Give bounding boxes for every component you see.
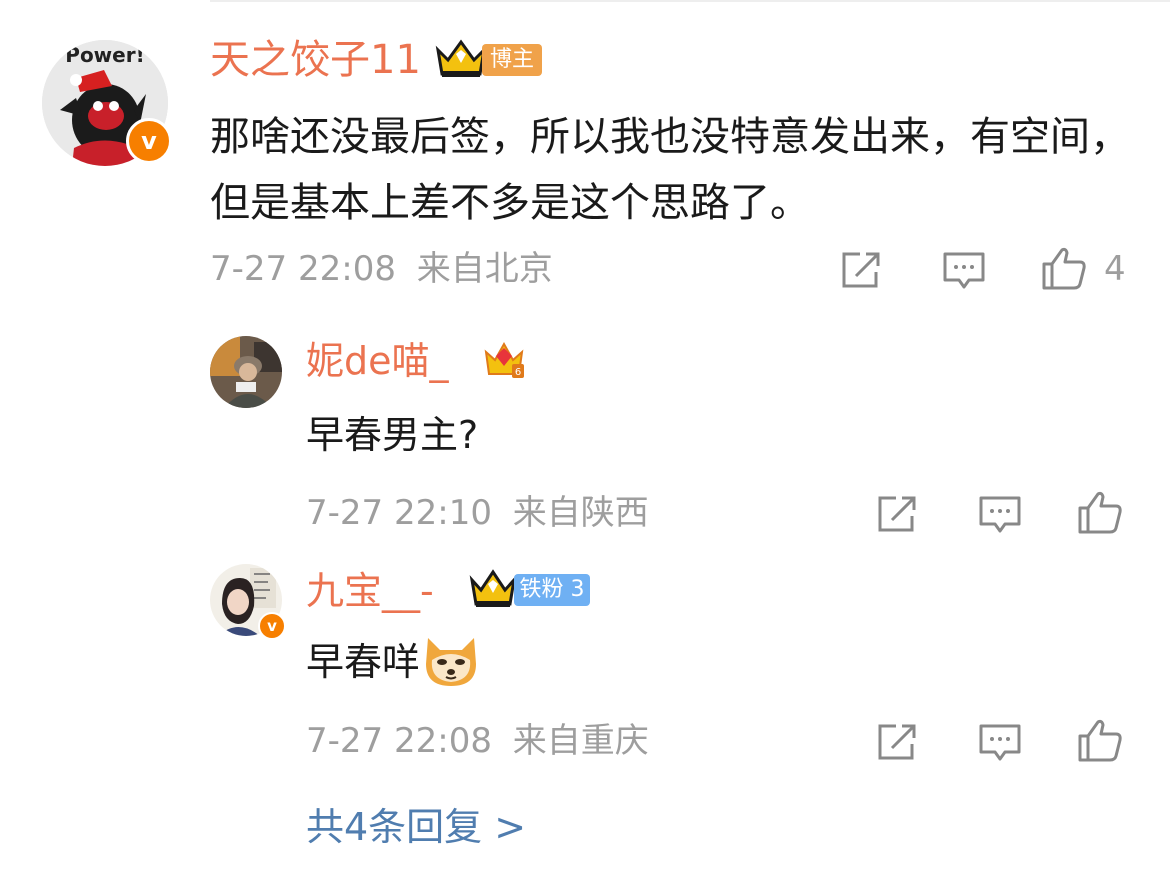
like-count: 4 (1104, 249, 1126, 289)
share-icon[interactable] (876, 722, 920, 762)
reply-meta: 7-27 22:10 来自陕西 (306, 496, 649, 530)
fan-badge: 铁粉 3 (514, 574, 590, 606)
reply-location: 来自重庆 (512, 721, 649, 761)
top-divider (210, 0, 1170, 2)
more-replies-link[interactable]: 共4条回复 > (306, 808, 526, 846)
crown-icon (469, 569, 517, 607)
reply-meta: 7-27 22:08 来自重庆 (306, 724, 649, 758)
comment-text: 那啥还没最后签，所以我也没特意发出来，有空间，但是基本上差不多是这个思路了。 (210, 114, 1130, 226)
share-icon[interactable] (840, 250, 884, 290)
like-icon[interactable] (1040, 246, 1088, 290)
avatar[interactable] (210, 336, 282, 408)
comment-icon[interactable] (942, 250, 986, 292)
comment-icon[interactable] (978, 722, 1022, 764)
username[interactable]: 妮de喵_ (306, 342, 449, 380)
doge-emoji-icon (426, 638, 477, 686)
reply-location: 来自陕西 (512, 493, 649, 533)
share-icon[interactable] (876, 494, 920, 534)
reply-date: 7-27 22:10 (306, 493, 492, 533)
username[interactable]: 天之饺子11 (210, 40, 421, 80)
comment-location: 来自北京 (416, 249, 553, 289)
verified-v-icon: v (126, 118, 172, 164)
avatar-text: Power! (65, 43, 144, 67)
reply-text-row: 早春咩 (306, 634, 480, 690)
crown-icon: 6 (484, 341, 524, 378)
crown-icon (435, 39, 487, 77)
user-photo-image (210, 336, 282, 408)
username[interactable]: 九宝__- (306, 572, 434, 610)
comment-icon[interactable] (978, 494, 1022, 536)
verified-v-icon: v (258, 612, 286, 640)
reply-date: 7-27 22:08 (306, 721, 492, 761)
comment-date: 7-27 22:08 (210, 249, 396, 289)
comment-meta: 7-27 22:08 来自北京 (210, 252, 553, 286)
like-icon[interactable] (1076, 490, 1124, 534)
like-icon[interactable] (1076, 718, 1124, 762)
reply-text: 早春咩 (306, 640, 421, 684)
svg-text:6: 6 (515, 367, 521, 378)
reply-text: 早春男主? (306, 413, 479, 457)
blogger-badge: 博主 (482, 44, 542, 76)
